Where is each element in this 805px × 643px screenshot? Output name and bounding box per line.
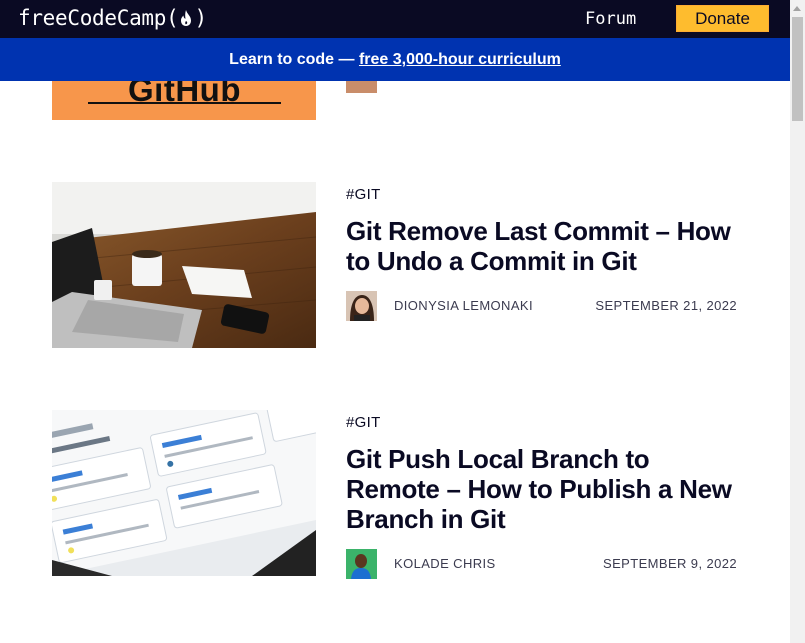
github-thumbnail-text: GitHub [128, 81, 241, 108]
article-thumbnail[interactable] [52, 182, 316, 348]
article-tag[interactable]: #GIT [346, 186, 381, 203]
top-navbar: freeCodeCamp() Forum Donate [0, 0, 790, 38]
donate-button[interactable]: Donate [676, 5, 769, 32]
banner-prefix: Learn to code — [229, 51, 359, 68]
curriculum-banner: Learn to code — free 3,000-hour curricul… [0, 38, 790, 81]
laptop-desk-image [52, 182, 316, 348]
author-avatar[interactable] [346, 291, 377, 321]
logo-text: freeCodeCamp [18, 6, 167, 30]
logo-paren-close: ) [194, 6, 207, 30]
article-tag[interactable]: #GIT [346, 414, 381, 431]
author-photo [346, 549, 377, 579]
curriculum-link[interactable]: free 3,000-hour curriculum [359, 51, 561, 68]
freecodecamp-logo[interactable]: freeCodeCamp() [18, 4, 207, 32]
publish-date: SEPTEMBER 9, 2022 [603, 556, 737, 571]
article-title[interactable]: Git Remove Last Commit – How to Undo a C… [346, 216, 746, 276]
author-photo [346, 291, 377, 321]
thumbnail-underline [88, 102, 281, 104]
page-scrollbar[interactable] [790, 0, 805, 643]
previous-author-avatar[interactable] [346, 81, 377, 93]
article-title[interactable]: Git Push Local Branch to Remote – How to… [346, 444, 746, 534]
logo-paren-open: ( [166, 6, 179, 30]
forum-link[interactable]: Forum [585, 9, 636, 29]
author-name[interactable]: DIONYSIA LEMONAKI [394, 298, 533, 313]
author-avatar[interactable] [346, 549, 377, 579]
article-thumbnail[interactable] [52, 410, 316, 576]
previous-article-thumbnail[interactable]: GitHub [52, 81, 316, 120]
flame-icon [181, 10, 192, 26]
scroll-up-arrow-icon[interactable] [790, 0, 805, 17]
author-name[interactable]: KOLADE CHRIS [394, 556, 496, 571]
scrollbar-thumb[interactable] [792, 17, 803, 121]
publish-date: SEPTEMBER 21, 2022 [595, 298, 737, 313]
github-repos-screen-image [52, 410, 316, 576]
